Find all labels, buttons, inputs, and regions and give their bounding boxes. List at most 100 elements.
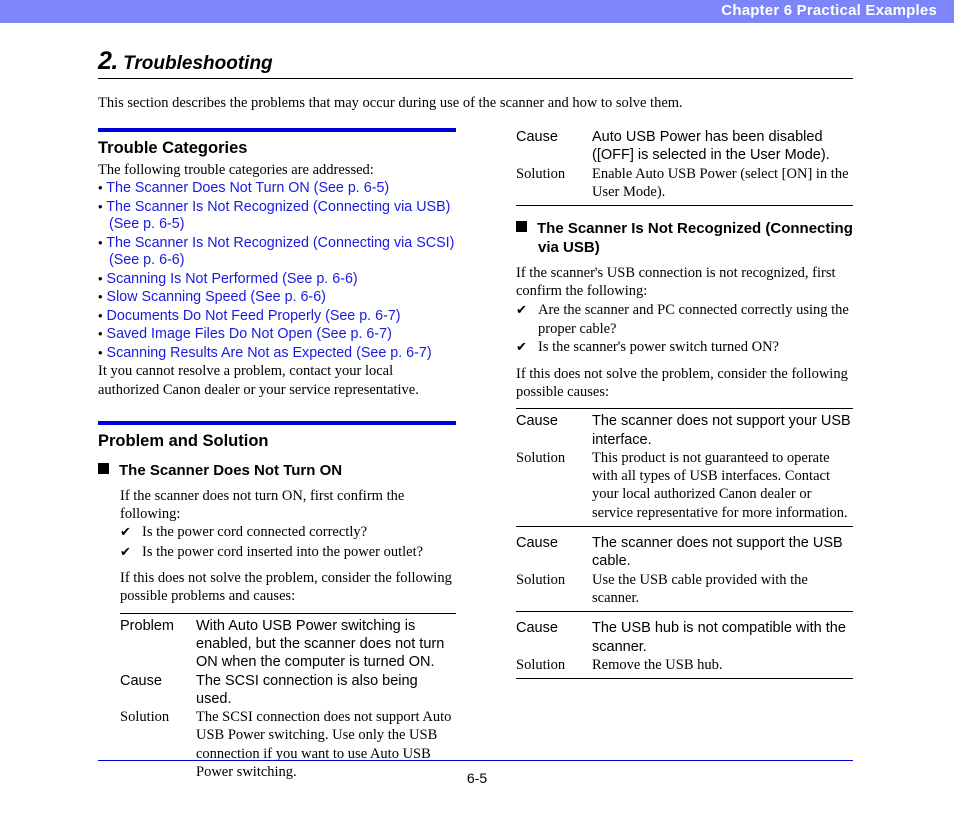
row-value: With Auto USB Power switching is enabled… xyxy=(196,612,456,672)
followup-text: If this does not solve the problem, cons… xyxy=(120,570,452,605)
row-value: The scanner does not support the USB cab… xyxy=(592,535,843,570)
check-icon: ✔ xyxy=(120,544,131,560)
check-item-text: Is the power cord connected correctly? xyxy=(142,524,368,541)
confirm-checklist: ✔ Are the scanner and PC connected correc… xyxy=(516,301,853,358)
table-row: Cause The USB hub is not compatible with… xyxy=(516,619,853,656)
bullet-icon: • xyxy=(98,307,103,323)
row-label: Solution xyxy=(516,448,592,528)
row-value: The USB hub is not compatible with the s… xyxy=(592,620,846,655)
row-label: Cause xyxy=(516,408,592,449)
row-label: Cause xyxy=(516,535,558,552)
cause-solution-table-usb-cable: Cause The scanner does not support the U… xyxy=(516,534,853,613)
bullet-icon: • xyxy=(98,326,103,342)
bullet-icon: • xyxy=(98,289,103,305)
subheading-text-line1: The Scanner Is Not Recognized (Connectin… xyxy=(537,220,853,238)
link-text[interactable]: The Scanner Is Not Recognized (Connectin… xyxy=(106,199,450,215)
trouble-categories-blue-bar xyxy=(98,128,456,132)
row-label: Cause xyxy=(516,620,558,637)
problem-cause-solution-table: Problem With Auto USB Power switching is… xyxy=(120,612,456,782)
list-item[interactable]: • The Scanner Does Not Turn ON (See p. 6… xyxy=(98,179,456,198)
list-item[interactable]: • Slow Scanning Speed (See p. 6-6) xyxy=(98,288,456,307)
row-value: Enable Auto USB Power (select [ON] in th… xyxy=(592,164,853,207)
check-icon: ✔ xyxy=(516,302,527,318)
subheading-text-line2: via USB) xyxy=(538,239,600,257)
list-item: ✔ Is the scanner's power switch turned ON… xyxy=(516,338,853,357)
row-value: Remove the USB hub. xyxy=(592,655,853,680)
row-label: Cause xyxy=(516,129,558,145)
left-column: Trouble Categories The following trouble… xyxy=(98,128,456,781)
page-number: 6-5 xyxy=(466,770,488,786)
bullet-icon: • xyxy=(98,198,103,214)
check-item-text: Is the power cord inserted into the powe… xyxy=(142,543,424,560)
square-bullet-icon xyxy=(516,221,527,233)
list-item[interactable]: • Scanning Is Not Performed (See p. 6-6) xyxy=(98,270,456,289)
confirm-checklist: ✔ Is the power cord connected correctly? … xyxy=(120,523,456,562)
list-item[interactable]: • The Scanner Is Not Recognized (Connect… xyxy=(98,198,456,234)
trouble-categories-outro: It you cannot resolve a problem, contact… xyxy=(98,363,419,398)
link-text[interactable]: The Scanner Is Not Recognized (Connectin… xyxy=(106,235,412,251)
check-item-text: Are the scanner and PC connected correct… xyxy=(538,301,849,338)
table-row: Problem With Auto USB Power switching is… xyxy=(120,612,456,672)
bullet-icon: • xyxy=(98,344,103,360)
list-item[interactable]: • Documents Do Not Feed Properly (See p.… xyxy=(98,307,456,326)
table-row: Cause Auto USB Power has been disabled (… xyxy=(516,128,853,165)
section-title-rule xyxy=(98,78,853,79)
list-item[interactable]: • The Scanner Is Not Recognized (Connect… xyxy=(98,234,456,270)
list-item: ✔ Is the power cord inserted into the pow… xyxy=(120,543,456,562)
link-text[interactable]: Scanning Is Not Performed (See p. 6-6) xyxy=(107,271,358,287)
problem-and-solution-heading: Problem and Solution xyxy=(98,431,269,450)
table-row: Cause The SCSI connection is also being … xyxy=(120,672,456,709)
link-text[interactable]: The Scanner Does Not Turn ON (See p. 6-5… xyxy=(106,180,389,196)
cause-solution-table-usb-hub: Cause The USB hub is not compatible with… xyxy=(516,619,853,680)
row-label: Solution xyxy=(516,570,592,613)
header-chapter-title: Chapter 6 Practical Examples xyxy=(721,2,937,19)
section-title-text: Troubleshooting xyxy=(123,53,273,74)
link-text-cont[interactable]: (See p. 6-5) xyxy=(109,216,185,232)
followup-text: If this does not solve the problem, cons… xyxy=(516,365,848,400)
trouble-categories-intro: The following trouble categories are add… xyxy=(98,162,374,178)
subheading-scanner-does-not-turn-on: The Scanner Does Not Turn ON xyxy=(98,461,456,480)
intro-text: If the scanner does not turn ON, first c… xyxy=(120,487,405,523)
list-item[interactable]: • Saved Image Files Do Not Open (See p. … xyxy=(98,325,456,344)
section-title-block: 2. Troubleshooting xyxy=(98,49,853,79)
right-column: Cause Auto USB Power has been disabled (… xyxy=(516,128,853,680)
section-number: 2. xyxy=(98,47,118,75)
subheading-text: The Scanner Does Not Turn ON xyxy=(119,461,343,479)
link-text[interactable]: Slow Scanning Speed (See p. 6-6) xyxy=(107,289,326,305)
table-row: Solution Remove the USB hub. xyxy=(516,655,853,680)
row-label: Problem xyxy=(120,612,196,672)
problem-and-solution-blue-bar xyxy=(98,420,456,425)
bullet-icon: • xyxy=(98,180,103,196)
table-row: Solution Use the USB cable provided with… xyxy=(516,570,853,613)
subheading-scanner-not-recognized-usb: The Scanner Is Not Recognized (Connectin… xyxy=(516,219,853,257)
link-text[interactable]: Saved Image Files Do Not Open (See p. 6-… xyxy=(107,326,392,342)
trouble-categories-heading: Trouble Categories xyxy=(98,139,248,157)
intro-text: If the scanner's USB connection is not r… xyxy=(516,265,836,300)
link-text[interactable]: Scanning Results Are Not as Expected (Se… xyxy=(107,345,432,361)
row-label: Solution xyxy=(516,655,592,680)
page-running-header: Chapter 6 Practical Examples xyxy=(0,0,954,23)
row-value: This product is not guaranteed to operat… xyxy=(592,448,853,528)
row-label: Solution xyxy=(516,164,592,207)
cause-solution-table-usb-interface: Cause The scanner does not support your … xyxy=(516,408,853,528)
row-label: Cause xyxy=(120,672,162,689)
row-value: Auto USB Power has been disabled ([OFF] … xyxy=(592,129,830,164)
list-item: ✔ Are the scanner and PC connected correc… xyxy=(516,301,853,339)
section-intro-paragraph: This section describes the problems that… xyxy=(98,95,683,111)
scanner-not-recognized-usb-body: If the scanner's USB connection is not r… xyxy=(516,264,853,680)
row-value: The scanner does not support your USB in… xyxy=(592,408,853,449)
trouble-categories-list: • The Scanner Does Not Turn ON (See p. 6… xyxy=(98,179,456,362)
table-row: Cause The scanner does not support the U… xyxy=(516,534,853,571)
table-row: Cause The scanner does not support your … xyxy=(516,408,853,449)
scanner-does-not-turn-on-body: If the scanner does not turn ON, first c… xyxy=(98,487,456,781)
check-icon: ✔ xyxy=(120,525,131,541)
list-item[interactable]: • Scanning Results Are Not as Expected (… xyxy=(98,344,456,363)
footer-rule xyxy=(98,760,853,761)
link-text[interactable]: Documents Do Not Feed Properly (See p. 6… xyxy=(107,308,401,324)
